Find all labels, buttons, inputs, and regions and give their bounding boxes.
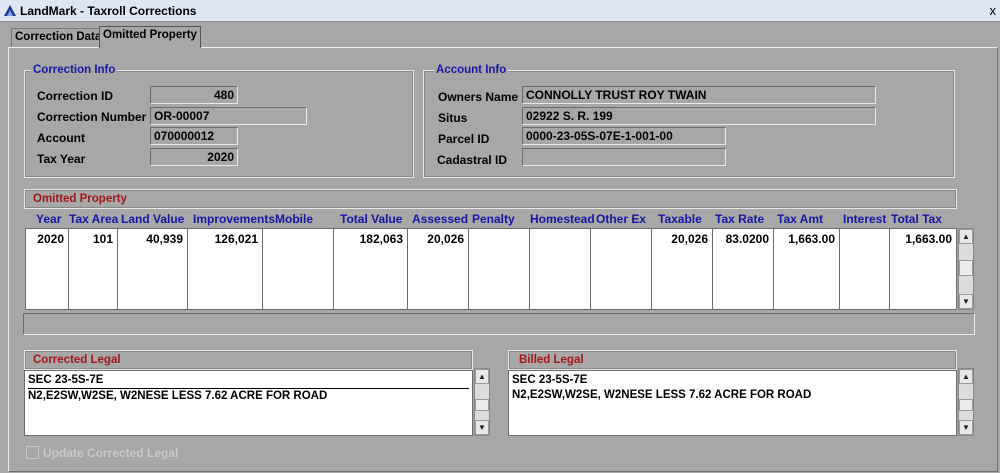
cell-year[interactable]: 2020 bbox=[26, 229, 69, 309]
col-taxable[interactable]: Taxable bbox=[658, 212, 702, 226]
billed-legal-legend: Billed Legal bbox=[519, 354, 584, 366]
cell-total-value[interactable]: 182,063 bbox=[334, 229, 408, 309]
col-assessed[interactable]: Assessed bbox=[412, 212, 468, 226]
scroll-up-icon[interactable]: ▲ bbox=[959, 369, 973, 384]
corrected-legal-legend: Corrected Legal bbox=[33, 354, 121, 366]
omitted-property-grid: 2020 101 40,939 126,021 182,063 20,026 2… bbox=[25, 228, 957, 310]
col-mobile[interactable]: Mobile bbox=[275, 212, 313, 226]
cell-assessed[interactable]: 20,026 bbox=[408, 229, 469, 309]
col-improvements[interactable]: Improvements bbox=[193, 212, 275, 226]
cell-total-tax[interactable]: 1,663.00 bbox=[890, 229, 956, 309]
situs-label: Situs bbox=[438, 111, 468, 125]
tab-correction-data[interactable]: Correction Data bbox=[11, 28, 106, 47]
update-corrected-legal-checkbox[interactable] bbox=[26, 446, 39, 459]
col-interest[interactable]: Interest bbox=[843, 212, 886, 226]
col-penalty[interactable]: Penalty bbox=[472, 212, 515, 226]
correction-id-field[interactable]: 480 bbox=[150, 86, 238, 104]
tab-omitted-property[interactable]: Omitted Property bbox=[99, 26, 201, 48]
cadastral-id-field[interactable] bbox=[522, 148, 726, 166]
correction-id-label: Correction ID bbox=[37, 89, 114, 103]
correction-number-field[interactable]: OR-00007 bbox=[150, 107, 307, 125]
omitted-property-group: Omitted Property bbox=[24, 189, 957, 209]
cell-tax-amt[interactable]: 1,663.00 bbox=[774, 229, 840, 309]
col-homestead[interactable]: Homestead bbox=[530, 212, 595, 226]
account-info-legend: Account Info bbox=[434, 64, 509, 76]
cell-interest[interactable] bbox=[840, 229, 890, 309]
cell-homestead[interactable] bbox=[530, 229, 591, 309]
owners-name-field[interactable]: CONNOLLY TRUST ROY TWAIN bbox=[522, 86, 876, 104]
col-tax-amt[interactable]: Tax Amt bbox=[777, 212, 823, 226]
situs-field[interactable]: 02922 S. R. 199 bbox=[522, 107, 876, 125]
corrected-legal-scrollbar[interactable]: ▲ ▼ bbox=[474, 368, 490, 436]
billed-legal-scrollbar[interactable]: ▲ ▼ bbox=[958, 368, 974, 436]
corrected-legal-line: N2,E2SW,W2SE, W2NESE LESS 7.62 ACRE FOR … bbox=[28, 390, 328, 402]
cell-penalty[interactable] bbox=[469, 229, 530, 309]
col-land-value[interactable]: Land Value bbox=[121, 212, 184, 226]
billed-legal-line: N2,E2SW,W2SE, W2NESE LESS 7.62 ACRE FOR … bbox=[512, 389, 812, 401]
cell-tax-area[interactable]: 101 bbox=[69, 229, 118, 309]
corrected-legal-textbox[interactable]: SEC 23-5S-7E N2,E2SW,W2SE, W2NESE LESS 7… bbox=[24, 370, 473, 436]
grid-status-bar bbox=[23, 313, 975, 335]
scroll-down-icon[interactable]: ▼ bbox=[475, 420, 489, 435]
parcel-id-field[interactable]: 0000-23-05S-07E-1-001-00 bbox=[522, 127, 726, 145]
col-other-ex[interactable]: Other Ex bbox=[596, 212, 646, 226]
tax-year-field[interactable]: 2020 bbox=[150, 148, 238, 166]
billed-legal-line: SEC 23-5S-7E bbox=[512, 374, 588, 386]
col-tax-rate[interactable]: Tax Rate bbox=[715, 212, 764, 226]
scroll-up-icon[interactable]: ▲ bbox=[959, 229, 973, 244]
correction-number-label: Correction Number bbox=[37, 110, 147, 124]
omitted-property-legend: Omitted Property bbox=[33, 193, 127, 205]
window-title: LandMark - Taxroll Corrections bbox=[20, 4, 197, 18]
col-total-value[interactable]: Total Value bbox=[340, 212, 402, 226]
cell-land-value[interactable]: 40,939 bbox=[118, 229, 188, 309]
scroll-down-icon[interactable]: ▼ bbox=[959, 294, 973, 309]
close-button[interactable]: x bbox=[990, 3, 997, 18]
tax-year-label: Tax Year bbox=[37, 152, 86, 166]
scroll-down-icon[interactable]: ▼ bbox=[959, 420, 973, 435]
cell-improvements[interactable]: 126,021 bbox=[188, 229, 263, 309]
title-bar: LandMark - Taxroll Corrections x bbox=[0, 0, 1000, 22]
owners-name-label: Owners Name bbox=[438, 90, 519, 104]
account-label: Account bbox=[37, 131, 85, 145]
cell-tax-rate[interactable]: 83.0200 bbox=[713, 229, 774, 309]
landmark-app-icon bbox=[3, 4, 17, 20]
account-field[interactable]: 070000012 bbox=[150, 127, 238, 145]
cell-mobile[interactable] bbox=[263, 229, 334, 309]
scroll-up-icon[interactable]: ▲ bbox=[475, 369, 489, 384]
cell-taxable[interactable]: 20,026 bbox=[652, 229, 713, 309]
cell-other-ex[interactable] bbox=[591, 229, 652, 309]
scroll-thumb[interactable] bbox=[475, 399, 489, 411]
grid-scrollbar[interactable]: ▲ ▼ bbox=[958, 228, 974, 310]
col-tax-area[interactable]: Tax Area bbox=[69, 212, 118, 226]
corrected-legal-line: SEC 23-5S-7E bbox=[28, 373, 469, 389]
col-total-tax[interactable]: Total Tax bbox=[891, 212, 942, 226]
col-year[interactable]: Year bbox=[36, 212, 61, 226]
correction-info-legend: Correction Info bbox=[31, 64, 118, 76]
cadastral-id-label: Cadastral ID bbox=[437, 153, 508, 167]
update-corrected-legal-label: Update Corrected Legal bbox=[43, 446, 179, 460]
billed-legal-textbox[interactable]: SEC 23-5S-7E N2,E2SW,W2SE, W2NESE LESS 7… bbox=[508, 370, 957, 436]
scroll-thumb[interactable] bbox=[959, 399, 973, 411]
billed-legal-group: Billed Legal bbox=[508, 350, 957, 370]
corrected-legal-group: Corrected Legal bbox=[24, 350, 473, 370]
scroll-thumb[interactable] bbox=[959, 260, 973, 276]
parcel-id-label: Parcel ID bbox=[438, 132, 490, 146]
